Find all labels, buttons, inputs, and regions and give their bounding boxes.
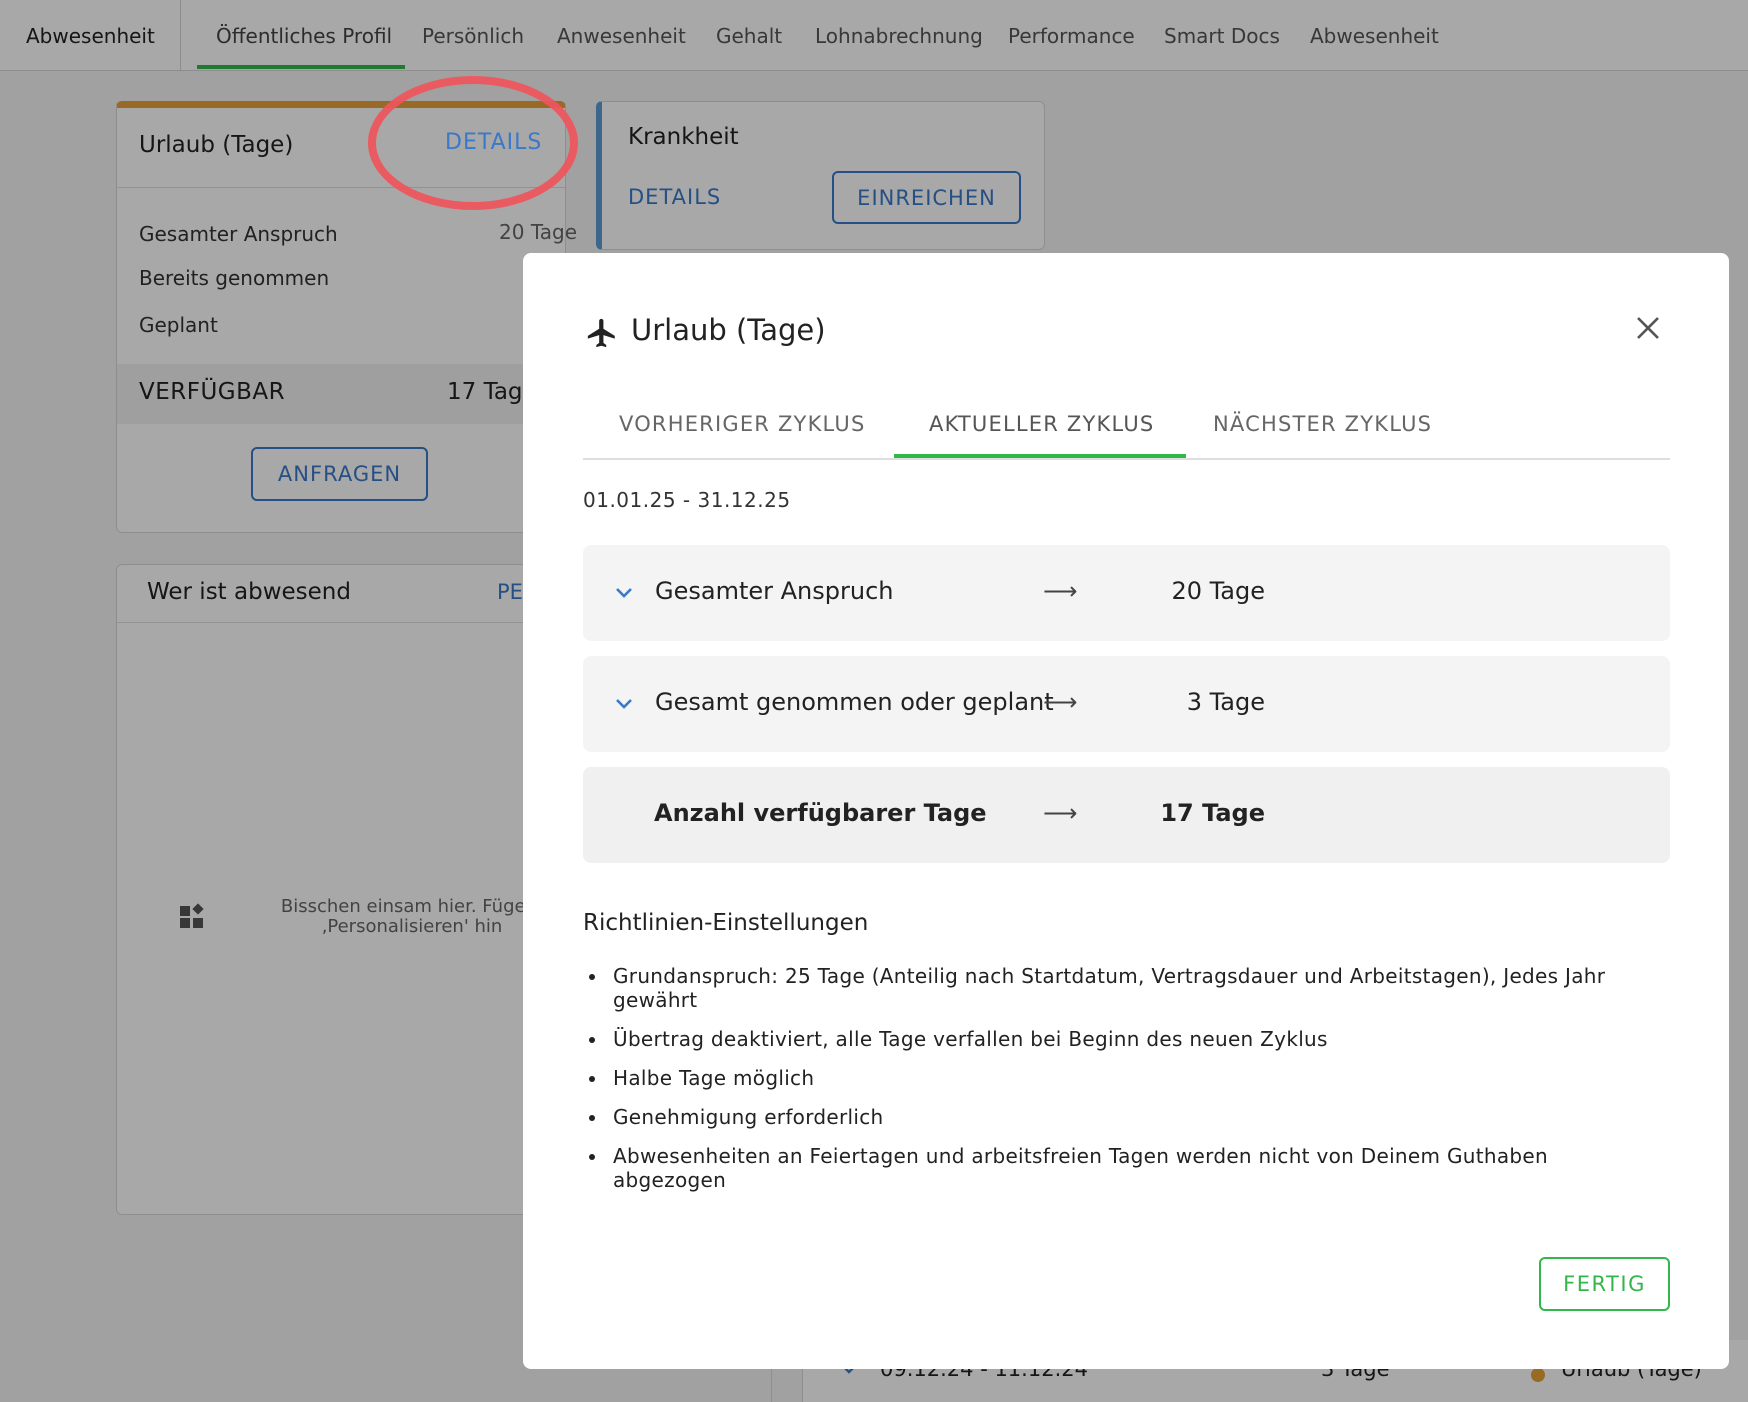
policy-item: Abwesenheiten an Feiertagen und arbeitsf… <box>583 1144 1623 1192</box>
summary-row-entitlement[interactable]: Gesamter Anspruch ⟶ 20 Tage <box>583 545 1670 641</box>
tab-previous-cycle[interactable]: VORHERIGER ZYKLUS <box>619 412 866 436</box>
cycle-tabs: VORHERIGER ZYKLUS AKTUELLER ZYKLUS NÄCHS… <box>583 400 1670 460</box>
policy-item: Halbe Tage möglich <box>583 1066 1623 1090</box>
policy-list: Grundanspruch: 25 Tage (Anteilig nach St… <box>583 964 1623 1207</box>
airplane-icon <box>585 316 619 354</box>
arrow-right-icon: ⟶ <box>1043 688 1078 716</box>
summary-label: Anzahl verfügbarer Tage <box>654 799 987 827</box>
policy-item: Genehmigung erforderlich <box>583 1105 1623 1129</box>
summary-row-available: Anzahl verfügbarer Tage ⟶ 17 Tage <box>583 767 1670 863</box>
summary-label: Gesamter Anspruch <box>655 577 894 605</box>
annotation-circle <box>368 76 578 210</box>
cycle-date-range: 01.01.25 - 31.12.25 <box>583 488 791 512</box>
policy-settings-title: Richtlinien-Einstellungen <box>583 910 869 936</box>
arrow-right-icon: ⟶ <box>1043 799 1078 827</box>
modal-title: Urlaub (Tage) <box>631 313 826 347</box>
summary-value: 17 Tage <box>1160 799 1265 827</box>
active-cycle-indicator <box>894 454 1186 458</box>
close-icon[interactable] <box>1635 315 1661 345</box>
summary-value: 3 Tage <box>1186 688 1265 716</box>
summary-row-taken-or-planned[interactable]: Gesamt genommen oder geplant ⟶ 3 Tage <box>583 656 1670 752</box>
done-button[interactable]: FERTIG <box>1539 1257 1670 1311</box>
summary-label: Gesamt genommen oder geplant <box>655 688 1054 716</box>
summary-value: 20 Tage <box>1171 577 1265 605</box>
chevron-down-icon <box>616 588 632 598</box>
tab-next-cycle[interactable]: NÄCHSTER ZYKLUS <box>1213 412 1432 436</box>
tab-current-cycle[interactable]: AKTUELLER ZYKLUS <box>929 412 1154 436</box>
policy-item: Grundanspruch: 25 Tage (Anteilig nach St… <box>583 964 1623 1012</box>
policy-item: Übertrag deaktiviert, alle Tage verfalle… <box>583 1027 1623 1051</box>
vacation-details-modal: Urlaub (Tage) VORHERIGER ZYKLUS AKTUELLE… <box>523 253 1729 1369</box>
arrow-right-icon: ⟶ <box>1043 577 1078 605</box>
chevron-down-icon <box>616 699 632 709</box>
